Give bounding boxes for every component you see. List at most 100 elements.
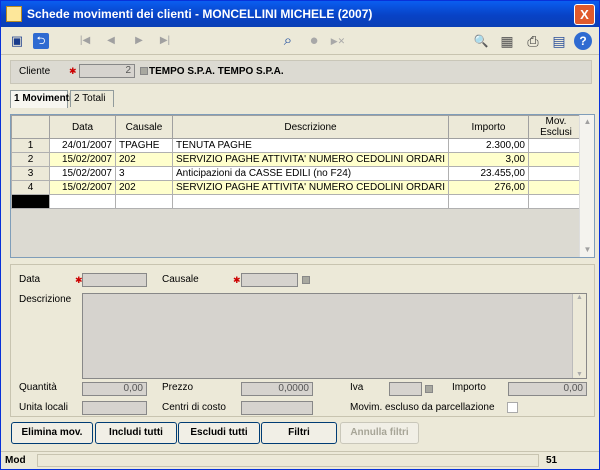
col-header-esclusi[interactable]: Mov. Esclusi [527,115,584,139]
required-marker: ✱ [233,275,241,285]
col-header-causale[interactable]: Causale [115,115,173,139]
unita-locali-field[interactable] [82,401,147,415]
first-icon[interactable]: |◀ [75,31,95,51]
cell-esclusi[interactable] [527,166,584,181]
tab-movimenti[interactable]: 1 Movimenti [10,90,72,108]
cell-descrizione[interactable]: Anticipazioni da CASSE EDILI (no F24) [172,166,449,181]
grid-scrollbar[interactable]: ▲ ▼ [579,115,594,257]
col-header-descrizione[interactable]: Descrizione [172,115,449,139]
causale-label: Causale [162,274,199,285]
row-selector[interactable] [11,194,50,209]
cell-esclusi[interactable] [527,152,584,167]
data-label: Data [19,274,41,285]
centri-costo-label: Centri di costo [162,402,226,413]
iva-lookup-button[interactable] [425,385,433,393]
calculator-icon[interactable]: ▦ [497,31,517,51]
col-header-rownum [11,115,50,139]
importo-field[interactable]: 0,00 [508,382,587,396]
next-icon[interactable]: ▶ [129,31,149,51]
cell-importo[interactable]: 3,00 [447,152,529,167]
cell-causale[interactable]: 202 [115,180,173,195]
scroll-down-icon[interactable]: ▼ [573,371,586,378]
movim-escluso-checkbox[interactable] [507,402,518,413]
table-row[interactable]: 3 15/02/2007 3 Anticipazioni da CASSE ED… [11,166,584,181]
cell-esclusi[interactable] [527,194,584,209]
table-row[interactable]: 1 24/01/2007 TPAGHE TENUTA PAGHE 2.300,0… [11,138,584,153]
elimina-button[interactable]: Elimina mov. [11,422,93,444]
status-message-pane [37,454,539,467]
status-number: 51 [546,455,558,466]
tab-totali[interactable]: 2 Totali [70,90,114,107]
search-doc-icon[interactable]: 🔍 [471,31,491,51]
table-row[interactable]: 2 15/02/2007 202 SERVIZIO PAGHE ATTIVITA… [11,152,584,167]
includi-tutti-button[interactable]: Includi tutti [95,422,177,444]
required-marker: ✱ [69,66,77,76]
client-name: TEMPO S.P.A. TEMPO S.P.A. [149,66,284,77]
cell-causale[interactable] [115,194,173,209]
cell-data[interactable]: 24/01/2007 [49,138,116,153]
cell-importo[interactable]: 276,00 [447,180,529,195]
col-header-importo[interactable]: Importo [447,115,529,139]
client-label: Cliente [19,66,51,77]
cell-data[interactable]: 15/02/2007 [49,166,116,181]
print-icon[interactable]: ⎙ [523,31,543,51]
binoculars-icon[interactable]: ⌕ [278,31,298,51]
lookup-button[interactable] [140,67,148,75]
iva-label: Iva [350,382,364,393]
cell-causale[interactable]: TPAGHE [115,138,173,153]
table-row[interactable]: 4 15/02/2007 202 SERVIZIO PAGHE ATTIVITA… [11,180,584,195]
cell-descrizione[interactable]: TENUTA PAGHE [172,138,449,153]
toolbar: ▣ ⮌ |◀ ◀ ▶ ▶| ⌕ ● ▶✕ 🔍 ▦ ⎙ ▤ ? [1,27,599,55]
scroll-up-icon[interactable]: ▲ [573,294,586,301]
cell-esclusi[interactable] [527,138,584,153]
help-icon[interactable]: ? [574,32,592,50]
cell-causale[interactable]: 3 [115,166,173,181]
prezzo-field[interactable]: 0,0000 [241,382,313,396]
close-button[interactable]: X [574,4,595,25]
skip-icon[interactable]: ▶✕ [328,31,348,51]
record-icon[interactable]: ● [304,31,324,51]
descrizione-label: Descrizione [19,294,72,305]
col-header-data[interactable]: Data [49,115,116,139]
cell-importo[interactable]: 2.300,00 [447,138,529,153]
cell-data[interactable]: 15/02/2007 [49,152,116,167]
scroll-up-icon[interactable]: ▲ [580,115,595,129]
unita-locali-label: Unita locali [19,402,68,413]
cell-data[interactable] [49,194,116,209]
quantita-field[interactable]: 0,00 [82,382,147,396]
last-icon[interactable]: ▶| [155,31,175,51]
prezzo-label: Prezzo [162,382,194,393]
row-number: 3 [11,166,50,181]
row-number: 2 [11,152,50,167]
descrizione-textarea[interactable]: ▲ ▼ [82,293,587,379]
save-icon[interactable]: ▣ [7,31,27,51]
data-field[interactable] [82,273,147,287]
cell-descrizione[interactable]: SERVIZIO PAGHE ATTIVITA' NUMERO CEDOLINI… [172,152,449,167]
client-code-field[interactable]: 2 [79,64,135,78]
prev-icon[interactable]: ◀ [101,31,121,51]
back-icon[interactable]: ⮌ [33,33,49,49]
scroll-down-icon[interactable]: ▼ [580,243,595,257]
cell-importo[interactable] [447,194,529,209]
cell-descrizione[interactable] [172,194,449,209]
quantita-label: Quantità [19,382,57,393]
centri-costo-field[interactable] [241,401,313,415]
movements-table: Data Causale Descrizione Importo Mov. Es… [11,115,584,209]
causale-field[interactable] [241,273,298,287]
movements-grid: Data Causale Descrizione Importo Mov. Es… [10,114,595,258]
preview-icon[interactable]: ▤ [549,31,569,51]
new-row[interactable] [11,194,584,209]
causale-lookup-button[interactable] [302,276,310,284]
cell-data[interactable]: 15/02/2007 [49,180,116,195]
status-mode: Mod [5,455,26,466]
filtri-button[interactable]: Filtri [261,422,337,444]
cell-esclusi[interactable] [527,180,584,195]
cell-importo[interactable]: 23.455,00 [447,166,529,181]
client-panel: Cliente ✱ 2 TEMPO S.P.A. TEMPO S.P.A. [10,60,592,84]
iva-field[interactable] [389,382,422,396]
annulla-filtri-button: Annulla filtri [340,422,419,444]
descrizione-scrollbar[interactable]: ▲ ▼ [572,294,586,378]
cell-descrizione[interactable]: SERVIZIO PAGHE ATTIVITA' NUMERO CEDOLINI… [172,180,449,195]
escludi-tutti-button[interactable]: Escludi tutti [178,422,260,444]
cell-causale[interactable]: 202 [115,152,173,167]
